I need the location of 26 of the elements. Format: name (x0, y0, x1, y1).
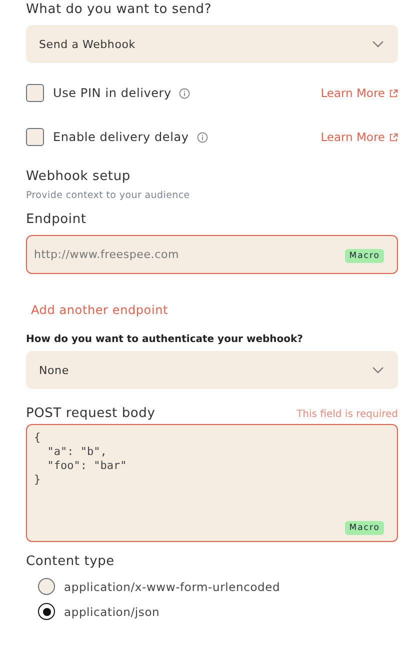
radio-label: application/x-www-form-urlencoded (64, 580, 280, 594)
field-label: Content type (26, 554, 116, 569)
dropdown-select[interactable]: None (26, 351, 398, 389)
info-icon[interactable] (179, 88, 190, 98)
macro-badge[interactable]: Macro (345, 249, 384, 263)
info-icon[interactable] (196, 132, 208, 142)
radio-label: application/json (64, 604, 160, 618)
checkbox[interactable] (26, 128, 44, 146)
chevron-down-icon (372, 366, 384, 374)
field-label: POST request body (26, 406, 156, 421)
external-link-icon (389, 132, 398, 142)
external-link-icon (389, 88, 398, 98)
radio-button[interactable] (38, 578, 55, 595)
option-label: Enable delivery delay (53, 130, 189, 144)
dropdown-select[interactable]: Send a Webhook (26, 25, 398, 63)
checkbox[interactable] (26, 84, 44, 102)
question-label: How do you want to authenticate your webhook? (26, 334, 304, 345)
section-title: Webhook setup (26, 169, 132, 184)
error-message: This field is required (296, 409, 398, 420)
field-label: Endpoint (26, 212, 88, 227)
macro-badge[interactable]: Macro (345, 521, 384, 535)
question-label: What do you want to send? (26, 2, 213, 17)
radio-button[interactable] (38, 603, 55, 620)
chevron-down-icon (372, 40, 384, 48)
section-subtitle: Provide context to your audience (26, 190, 191, 201)
option-label: Use PIN in delivery (53, 86, 172, 100)
